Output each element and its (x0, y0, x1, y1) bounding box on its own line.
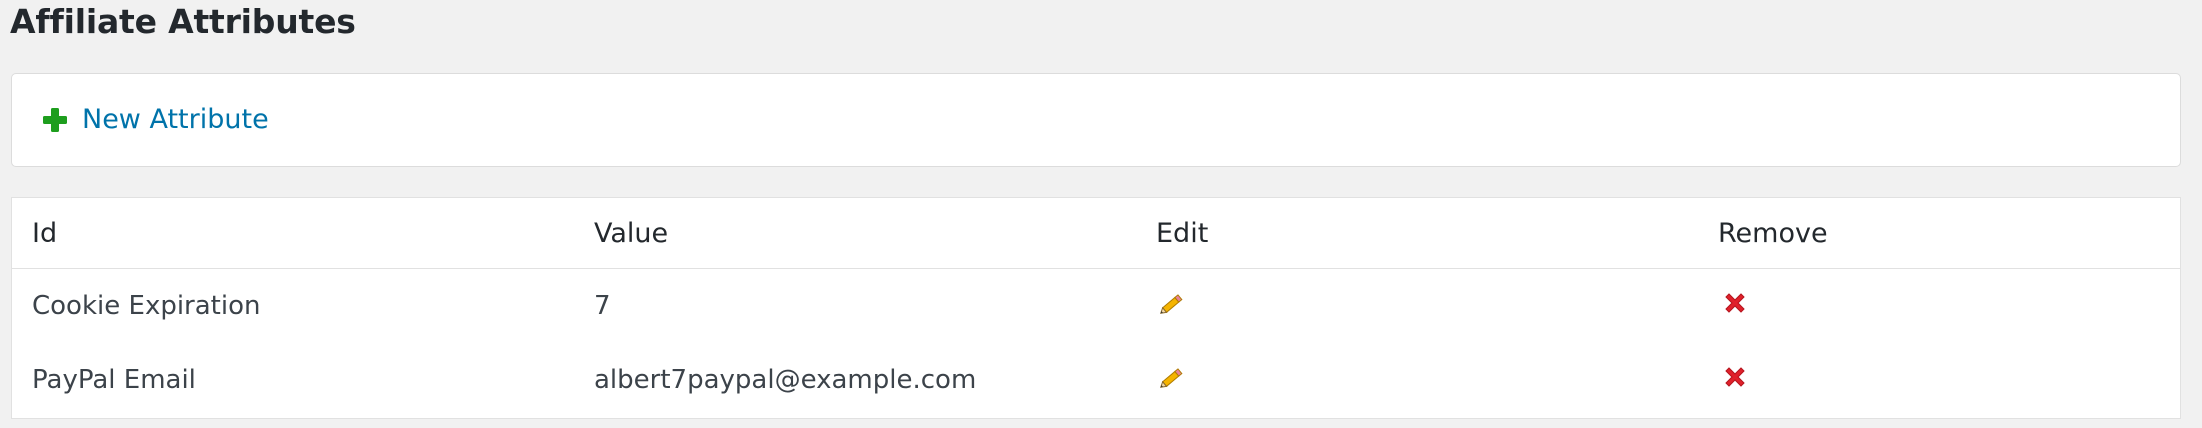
attributes-table: Id Value Edit Remove Cookie Expiration 7 (12, 198, 2180, 417)
edit-cell (1136, 269, 1698, 344)
attribute-id-cell: PayPal Email (32, 365, 196, 395)
column-header-value[interactable]: Value (574, 198, 1136, 269)
pencil-icon[interactable] (1159, 364, 1186, 390)
close-icon[interactable] (1722, 364, 1748, 390)
attribute-value-cell: albert7paypal@example.com (594, 365, 977, 395)
table-row: PayPal Email albert7paypal@example.com (12, 343, 2180, 417)
edit-cell (1136, 343, 1698, 417)
column-header-remove: Remove (1698, 198, 2180, 269)
table-header-row: Id Value Edit Remove (12, 198, 2180, 269)
remove-cell (1698, 269, 2180, 344)
plus-icon (42, 107, 68, 133)
new-attribute-label: New Attribute (82, 104, 269, 135)
page-title: Affiliate Attributes (10, 2, 356, 41)
actions-panel: New Attribute (11, 73, 2181, 167)
table-row: Cookie Expiration 7 (12, 269, 2180, 344)
remove-cell (1698, 343, 2180, 417)
pencil-icon[interactable] (1159, 290, 1186, 316)
column-header-edit: Edit (1136, 198, 1698, 269)
attributes-table-panel: Id Value Edit Remove Cookie Expiration 7 (11, 197, 2181, 419)
new-attribute-button[interactable]: New Attribute (42, 102, 269, 138)
close-icon[interactable] (1722, 290, 1748, 316)
column-header-id[interactable]: Id (12, 198, 574, 269)
attribute-value-cell: 7 (594, 291, 611, 321)
attribute-id-cell: Cookie Expiration (32, 291, 261, 321)
